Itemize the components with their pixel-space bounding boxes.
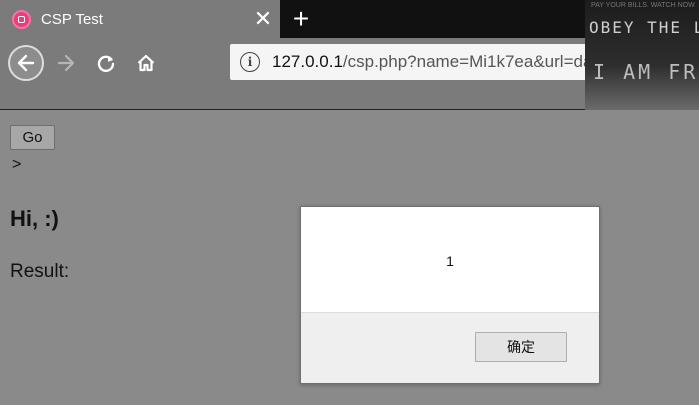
tab-close-button[interactable]: ✕ [246, 0, 280, 38]
back-button[interactable] [8, 45, 44, 81]
url-path: /csp.php?name=Mi1k7ea&url=data [342, 52, 607, 71]
theme-text-medium: OBEY THE LA [589, 18, 699, 37]
tab-csp-test[interactable]: CSP Test ✕ [0, 0, 280, 38]
reload-icon [97, 55, 115, 73]
favicon-icon [12, 9, 31, 29]
stray-text: > [12, 156, 22, 173]
tab-title: CSP Test [41, 10, 103, 28]
ok-button[interactable]: 确定 [475, 332, 567, 362]
alert-message: 1 [446, 253, 454, 269]
alert-dialog: 1 确定 [300, 206, 600, 384]
greeting-heading: Hi, :) [10, 206, 59, 231]
go-button[interactable]: Go [10, 125, 55, 150]
forward-button[interactable] [48, 45, 84, 81]
home-icon [137, 54, 155, 72]
theme-text-large: I AM FR [593, 60, 699, 84]
home-button[interactable] [128, 45, 164, 81]
back-arrow-icon [17, 54, 35, 72]
reload-button[interactable] [88, 45, 124, 81]
url-host: 127.0.0.1 [272, 52, 343, 71]
forward-arrow-icon [57, 54, 75, 72]
new-tab-button[interactable]: + [286, 0, 316, 38]
browser-theme-artwork: PAY YOUR BILLS. WATCH NOW OBEY THE LA I … [585, 0, 699, 110]
result-label: Result: [10, 261, 70, 282]
site-info-icon[interactable]: i [240, 52, 260, 72]
theme-text-small: PAY YOUR BILLS. WATCH NOW [591, 2, 695, 9]
alert-dialog-body: 1 [301, 207, 599, 313]
